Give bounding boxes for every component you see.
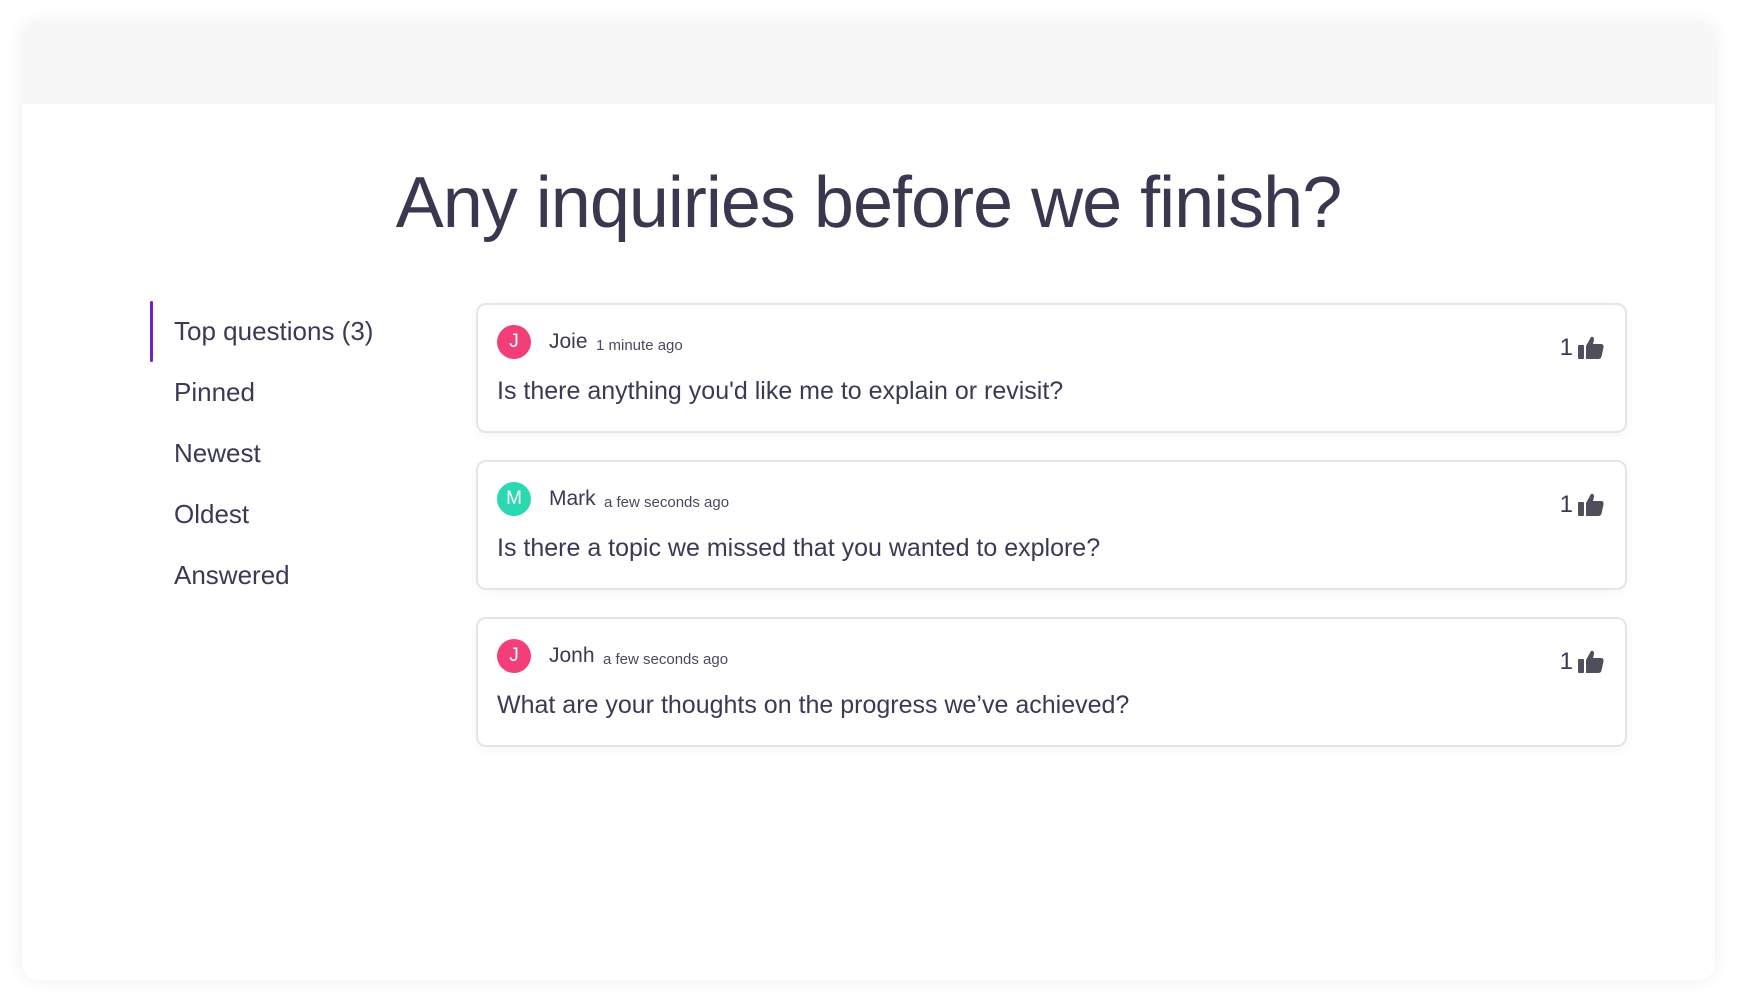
vote-count: 1 xyxy=(1559,648,1573,675)
nav-item-top-questions[interactable]: Top questions (3) xyxy=(150,301,450,362)
question-filter-nav: Top questions (3) Pinned Newest Oldest A… xyxy=(150,301,450,606)
upvote-button[interactable]: 1 xyxy=(1560,491,1605,519)
question-text: What are your thoughts on the progress w… xyxy=(497,691,1130,719)
question-card: M Mark a few seconds ago Is there a topi… xyxy=(476,460,1627,590)
upvote-button[interactable]: 1 xyxy=(1560,648,1605,676)
nav-item-answered[interactable]: Answered xyxy=(150,545,450,606)
timestamp: 1 minute ago xyxy=(596,337,683,354)
question-list: J Joie 1 minute ago Is there anything yo… xyxy=(476,303,1627,774)
page-title: Any inquiries before we finish? xyxy=(395,163,1343,243)
question-card: J Jonh a few seconds ago What are your t… xyxy=(476,617,1627,747)
thumbs-up-icon xyxy=(1578,336,1604,359)
thumbs-up-icon xyxy=(1578,493,1604,516)
nav-item-oldest[interactable]: Oldest xyxy=(150,484,450,545)
upvote-button[interactable]: 1 xyxy=(1560,334,1605,362)
author-name: Mark xyxy=(549,487,596,510)
timestamp: a few seconds ago xyxy=(603,651,729,668)
avatar: J xyxy=(497,325,531,359)
vote-count: 1 xyxy=(1559,491,1573,518)
author-name: Jonh xyxy=(549,644,595,667)
top-bar xyxy=(22,22,1715,104)
avatar: J xyxy=(497,639,531,673)
question-text: Is there anything you'd like me to expla… xyxy=(497,377,1064,405)
nav-item-pinned[interactable]: Pinned xyxy=(150,362,450,423)
timestamp: a few seconds ago xyxy=(604,494,730,511)
nav-item-newest[interactable]: Newest xyxy=(150,423,450,484)
question-card: J Joie 1 minute ago Is there anything yo… xyxy=(476,303,1627,433)
thumbs-up-icon xyxy=(1578,650,1604,673)
avatar: M xyxy=(497,482,531,516)
app-window: Any inquiries before we finish? Top ques… xyxy=(22,22,1715,980)
author-name: Joie xyxy=(549,330,588,353)
vote-count: 1 xyxy=(1559,334,1573,361)
question-text: Is there a topic we missed that you want… xyxy=(497,534,1101,562)
